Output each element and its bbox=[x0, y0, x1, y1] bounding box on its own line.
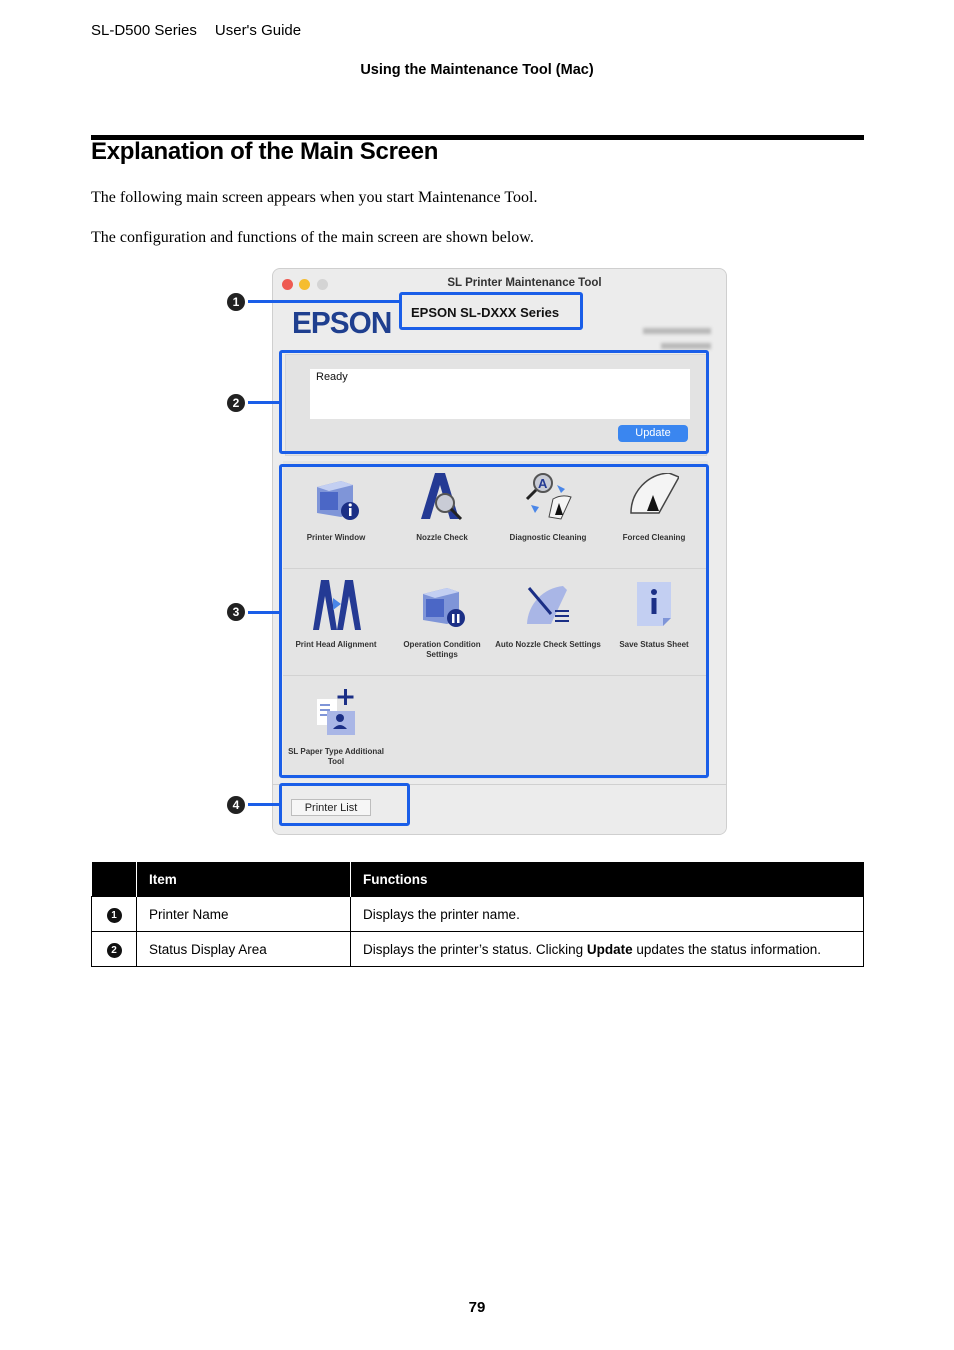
guide-name: User's Guide bbox=[214, 22, 302, 39]
highlight-printer-name bbox=[399, 292, 583, 330]
row-function: Displays the printer’s status. Clicking … bbox=[350, 931, 864, 967]
row-number: 1 bbox=[91, 896, 137, 932]
intro-paragraph: The following main screen appears when y… bbox=[91, 189, 538, 206]
section-header: Using the Maintenance Tool (Mac) bbox=[360, 62, 594, 78]
header-number bbox=[91, 862, 137, 897]
function-text: updates the status information. bbox=[632, 941, 821, 957]
number-badge: 1 bbox=[106, 907, 122, 923]
callout-leader-2 bbox=[248, 401, 280, 404]
header-item: Item bbox=[136, 862, 351, 897]
table-row: 2 Status Display Area Displays the print… bbox=[91, 931, 864, 967]
row-item: Printer Name bbox=[136, 896, 351, 932]
page-number: 79 bbox=[468, 1299, 486, 1316]
row-item: Status Display Area bbox=[136, 931, 351, 967]
table-row: 1 Printer Name Displays the printer name… bbox=[91, 896, 864, 932]
callout-4: 4 bbox=[227, 796, 245, 814]
callout-3: 3 bbox=[227, 603, 245, 621]
callout-leader-3 bbox=[248, 611, 280, 614]
callout-leader-4 bbox=[248, 803, 280, 806]
header-functions: Functions bbox=[350, 862, 864, 897]
running-header: SL-D500 Series User's Guide bbox=[91, 22, 319, 39]
callout-1: 1 bbox=[227, 293, 245, 311]
row-function: Displays the printer name. bbox=[350, 896, 864, 932]
highlight-status-area bbox=[279, 350, 709, 454]
version-info-blurred bbox=[643, 328, 711, 334]
window-title: SL Printer Maintenance Tool bbox=[447, 277, 602, 289]
row-number: 2 bbox=[91, 931, 137, 967]
callout-2: 2 bbox=[227, 394, 245, 412]
number-badge: 2 bbox=[106, 942, 122, 958]
page-title: Explanation of the Main Screen bbox=[91, 138, 439, 165]
highlight-printer-list bbox=[279, 783, 410, 826]
highlight-tool-grid bbox=[279, 464, 709, 778]
functions-table: Item Functions 1 Printer Name Displays t… bbox=[91, 862, 864, 967]
config-paragraph: The configuration and functions of the m… bbox=[91, 229, 534, 246]
product-name: SL-D500 Series bbox=[91, 22, 197, 39]
function-text: Displays the printer’s status. Clicking bbox=[363, 941, 587, 957]
epson-logo: EPSON bbox=[292, 305, 392, 340]
firmware-info-blurred bbox=[661, 343, 711, 349]
function-bold-term: Update bbox=[586, 941, 633, 957]
callout-leader-1 bbox=[248, 300, 400, 303]
table-header-row: Item Functions bbox=[91, 862, 864, 897]
